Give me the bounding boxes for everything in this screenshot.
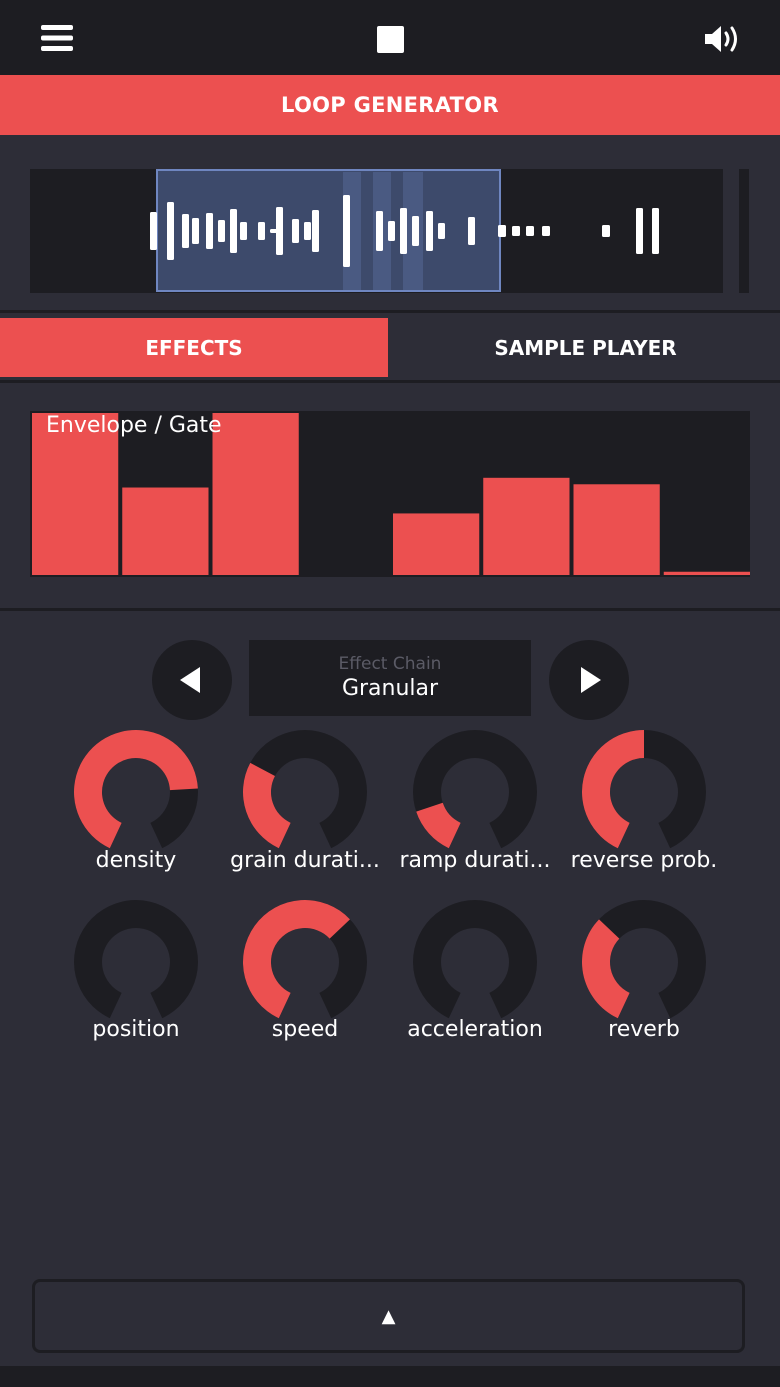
speaker-volume-icon[interactable] (700, 20, 746, 58)
envelope-section: Envelope / Gate (0, 383, 780, 611)
waveform-bar (343, 195, 350, 267)
waveform-bar (182, 214, 189, 248)
envelope-bar[interactable] (483, 477, 570, 575)
waveform-bar (602, 225, 610, 237)
knob-label: position (92, 1017, 180, 1042)
waveform-bar (498, 225, 506, 237)
waveform-bar (388, 221, 395, 241)
waveform-bar (526, 226, 534, 236)
waveform-bar (304, 222, 311, 240)
waveform-bar (652, 208, 659, 254)
knob-label: grain durati... (230, 848, 380, 873)
waveform-bar (206, 213, 213, 249)
previous-effect-button[interactable] (152, 640, 232, 720)
bottom-strip (0, 1366, 780, 1387)
next-effect-button[interactable] (549, 640, 629, 720)
waveform-bar (312, 210, 319, 252)
waveform-bar (376, 211, 383, 251)
waveform-section (0, 138, 780, 313)
envelope-gate-editor[interactable]: Envelope / Gate (30, 411, 750, 577)
knob-value-arc (582, 730, 644, 849)
effect-chain-selector[interactable]: Effect Chain Granular (249, 640, 531, 716)
envelope-bar[interactable] (212, 413, 299, 575)
tab-effects[interactable]: EFFECTS (0, 318, 388, 377)
waveform-bar (438, 223, 445, 239)
waveform-bar (258, 222, 265, 240)
envelope-bar[interactable] (663, 571, 750, 575)
triangle-right-icon (581, 667, 601, 693)
waveform-bar (400, 208, 407, 254)
waveform-bar (468, 217, 475, 245)
knob-track (74, 900, 198, 1019)
waveform-bar (512, 226, 520, 236)
expand-drawer-button[interactable]: ▲ (32, 1279, 745, 1353)
hamburger-menu-icon[interactable] (36, 18, 78, 58)
waveform-bar (636, 208, 643, 254)
waveform-bar (412, 216, 419, 246)
knob-position[interactable] (74, 900, 198, 1024)
waveform-bar (192, 218, 199, 244)
top-bar (0, 0, 780, 75)
waveform-display[interactable] (30, 169, 723, 293)
envelope-bar[interactable] (393, 513, 480, 575)
knob-label: reverb (608, 1017, 680, 1042)
knob-density[interactable] (74, 730, 198, 854)
triangle-left-icon (180, 667, 200, 693)
knob-ramp-durati[interactable] (413, 730, 537, 854)
knob-value-arc (416, 802, 461, 849)
knob-label: ramp durati... (399, 848, 551, 873)
knob-label: reverse prob. (570, 848, 718, 873)
waveform-scroll-handle[interactable] (739, 169, 749, 293)
arrow-up-icon: ▲ (381, 1305, 396, 1327)
knob-label: acceleration (407, 1017, 543, 1042)
knob-label: speed (271, 1017, 339, 1042)
envelope-title: Envelope / Gate (46, 413, 222, 438)
tab-sample-player[interactable]: SAMPLE PLAYER (391, 318, 780, 377)
waveform-bar (292, 219, 299, 243)
app-title: LOOP GENERATOR (0, 75, 780, 135)
knob-label: density (95, 848, 177, 873)
knob-acceleration[interactable] (413, 900, 537, 1024)
knob-grain-durati[interactable] (243, 730, 367, 854)
waveform-bar (276, 207, 283, 255)
waveform-bar (542, 226, 550, 236)
waveform-bar (230, 209, 237, 253)
waveform-graphic (150, 169, 659, 292)
knob-value-arc (243, 762, 291, 849)
waveform-bar (167, 202, 174, 260)
knob-speed[interactable] (243, 900, 367, 1024)
waveform-bar (240, 222, 247, 240)
effect-chain-value: Granular (341, 676, 439, 701)
knob-reverse-prob[interactable] (582, 730, 706, 854)
knob-track (413, 900, 537, 1019)
effect-chain-label: Effect Chain (338, 654, 442, 674)
envelope-bar[interactable] (573, 484, 660, 575)
waveform-bar (218, 220, 225, 242)
waveform-bar (426, 211, 433, 251)
waveform-bar (150, 212, 157, 250)
envelope-bar[interactable] (122, 487, 209, 575)
stop-square-icon[interactable] (370, 19, 410, 59)
tab-bar: EFFECTS SAMPLE PLAYER (0, 318, 780, 383)
knob-reverb[interactable] (582, 900, 706, 1024)
